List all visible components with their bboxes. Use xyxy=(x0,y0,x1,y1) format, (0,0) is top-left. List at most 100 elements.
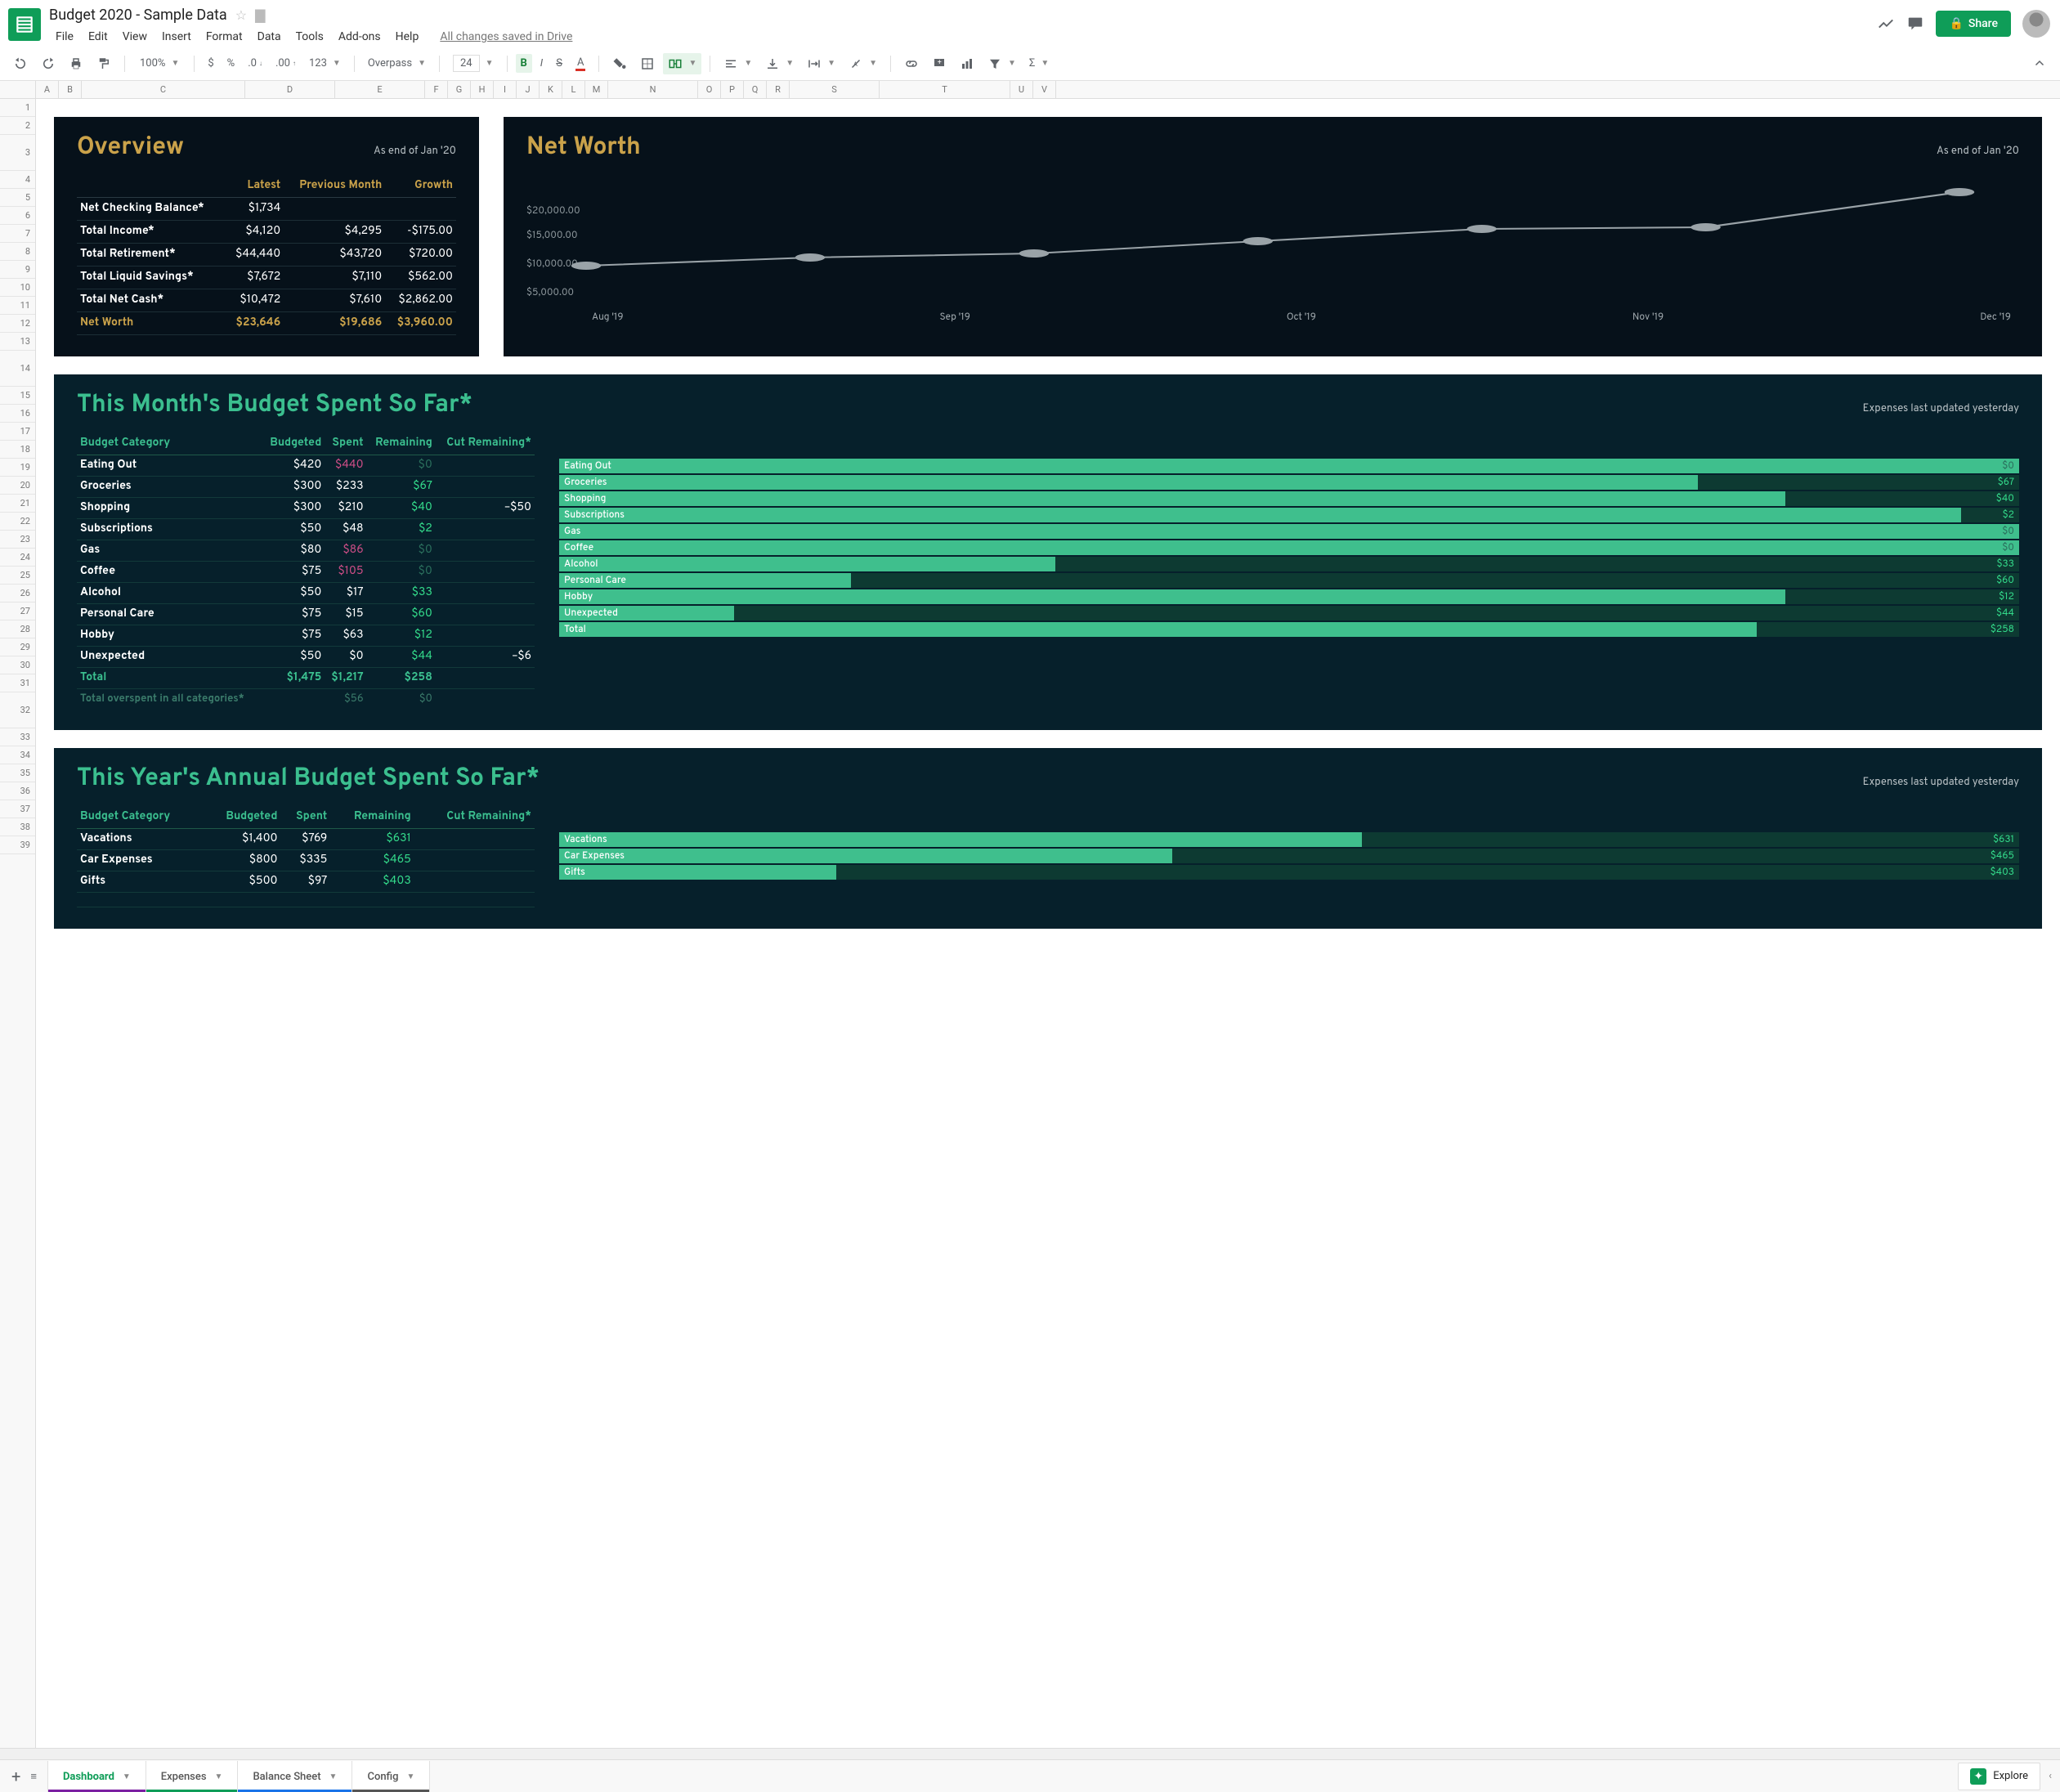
all-sheets-button[interactable]: ≡ xyxy=(30,1770,37,1783)
comments-icon[interactable] xyxy=(1906,15,1924,33)
col-header-B[interactable]: B xyxy=(59,81,82,98)
row-header-14[interactable]: 14 xyxy=(0,351,35,387)
row-header-4[interactable]: 4 xyxy=(0,171,35,189)
row-header-7[interactable]: 7 xyxy=(0,225,35,243)
chevron-down-icon[interactable]: ▼ xyxy=(123,1772,131,1781)
currency-button[interactable]: $ xyxy=(203,54,218,73)
italic-button[interactable]: I xyxy=(535,54,548,73)
row-header-21[interactable]: 21 xyxy=(0,495,35,513)
h-align-button[interactable]: ▼ xyxy=(719,53,757,74)
col-header-O[interactable]: O xyxy=(698,81,721,98)
col-header-A[interactable]: A xyxy=(36,81,59,98)
row-header-33[interactable]: 33 xyxy=(0,728,35,746)
menu-help[interactable]: Help xyxy=(389,27,426,47)
row-header-22[interactable]: 22 xyxy=(0,513,35,531)
rotate-button[interactable]: A▼ xyxy=(844,53,882,74)
menu-file[interactable]: File xyxy=(49,27,80,47)
row-header-39[interactable]: 39 xyxy=(0,836,35,854)
row-header-36[interactable]: 36 xyxy=(0,782,35,800)
col-header-E[interactable]: E xyxy=(335,81,425,98)
row-header-13[interactable]: 13 xyxy=(0,333,35,351)
row-header-28[interactable]: 28 xyxy=(0,620,35,638)
side-panel-toggle[interactable]: ‹ xyxy=(2049,1770,2052,1782)
col-header-K[interactable]: K xyxy=(540,81,562,98)
activity-icon[interactable] xyxy=(1877,15,1895,33)
font-select[interactable]: Overpass▼ xyxy=(363,54,431,73)
menu-view[interactable]: View xyxy=(116,27,154,47)
col-header-M[interactable]: M xyxy=(585,81,608,98)
chevron-down-icon[interactable]: ▼ xyxy=(329,1772,338,1781)
chevron-down-icon[interactable]: ▼ xyxy=(215,1772,223,1781)
row-header-16[interactable]: 16 xyxy=(0,405,35,423)
share-button[interactable]: 🔒 Share xyxy=(1936,11,2011,37)
col-header-N[interactable]: N xyxy=(608,81,698,98)
decrease-decimal-button[interactable]: .0↓ xyxy=(243,54,267,73)
row-header-8[interactable]: 8 xyxy=(0,243,35,261)
col-header-P[interactable]: P xyxy=(721,81,744,98)
paint-format-button[interactable] xyxy=(92,53,116,74)
col-header-R[interactable]: R xyxy=(767,81,790,98)
row-header-20[interactable]: 20 xyxy=(0,477,35,495)
row-header-9[interactable]: 9 xyxy=(0,261,35,279)
row-header-34[interactable]: 34 xyxy=(0,746,35,764)
col-header-J[interactable]: J xyxy=(517,81,540,98)
row-header-11[interactable]: 11 xyxy=(0,297,35,315)
percent-button[interactable]: % xyxy=(222,54,240,73)
row-header-15[interactable]: 15 xyxy=(0,387,35,405)
borders-button[interactable] xyxy=(635,53,660,74)
menu-tools[interactable]: Tools xyxy=(289,27,330,47)
sheet-tab-expenses[interactable]: Expenses▼ xyxy=(146,1761,239,1792)
row-header-19[interactable]: 19 xyxy=(0,459,35,477)
bold-button[interactable]: B xyxy=(516,54,532,73)
col-header-H[interactable]: H xyxy=(471,81,494,98)
row-header-29[interactable]: 29 xyxy=(0,638,35,656)
more-formats-button[interactable]: 123▼ xyxy=(304,54,346,73)
chart-button[interactable] xyxy=(955,53,979,74)
chevron-down-icon[interactable]: ▼ xyxy=(407,1772,415,1781)
row-header-6[interactable]: 6 xyxy=(0,207,35,225)
col-header-L[interactable]: L xyxy=(562,81,585,98)
col-header-T[interactable]: T xyxy=(880,81,1010,98)
col-header-G[interactable]: G xyxy=(448,81,471,98)
collapse-toolbar-button[interactable] xyxy=(2027,53,2052,74)
account-avatar[interactable] xyxy=(2022,10,2050,38)
col-header-V[interactable]: V xyxy=(1033,81,1056,98)
sheets-logo[interactable] xyxy=(8,8,41,41)
functions-button[interactable]: Σ▼ xyxy=(1024,54,1054,73)
sheet-canvas[interactable]: Overview As end of Jan '20 LatestPreviou… xyxy=(36,99,2060,1748)
v-align-button[interactable]: ▼ xyxy=(760,53,799,74)
col-header-Q[interactable]: Q xyxy=(744,81,767,98)
row-header-18[interactable]: 18 xyxy=(0,441,35,459)
link-button[interactable] xyxy=(899,53,924,74)
menu-data[interactable]: Data xyxy=(251,27,288,47)
filter-button[interactable]: ▼ xyxy=(983,53,1021,74)
row-header-27[interactable]: 27 xyxy=(0,603,35,620)
save-status[interactable]: All changes saved in Drive xyxy=(433,27,579,47)
menu-addons[interactable]: Add-ons xyxy=(332,27,387,47)
col-header-F[interactable]: F xyxy=(425,81,448,98)
row-header-24[interactable]: 24 xyxy=(0,549,35,567)
row-header-17[interactable]: 17 xyxy=(0,423,35,441)
row-header-37[interactable]: 37 xyxy=(0,800,35,818)
undo-button[interactable] xyxy=(8,53,33,74)
explore-button[interactable]: ✦ Explore xyxy=(1958,1763,2040,1790)
row-header-35[interactable]: 35 xyxy=(0,764,35,782)
wrap-button[interactable]: ▼ xyxy=(802,53,840,74)
row-header-26[interactable]: 26 xyxy=(0,585,35,603)
row-header-32[interactable]: 32 xyxy=(0,692,35,728)
comment-button[interactable]: + xyxy=(927,53,952,74)
add-sheet-button[interactable]: + xyxy=(11,1767,20,1786)
row-header-12[interactable]: 12 xyxy=(0,315,35,333)
horizontal-scrollbar[interactable] xyxy=(0,1748,2060,1759)
col-header-D[interactable]: D xyxy=(245,81,335,98)
row-header-23[interactable]: 23 xyxy=(0,531,35,549)
row-header-5[interactable]: 5 xyxy=(0,189,35,207)
strikethrough-button[interactable]: S xyxy=(551,54,567,73)
zoom-select[interactable]: 100%▼ xyxy=(133,56,186,71)
font-size-select[interactable]: 24▼ xyxy=(448,52,499,75)
row-header-1[interactable]: 1 xyxy=(0,99,35,117)
sheet-tab-config[interactable]: Config▼ xyxy=(352,1761,430,1792)
col-header-I[interactable]: I xyxy=(494,81,517,98)
row-header-10[interactable]: 10 xyxy=(0,279,35,297)
fill-color-button[interactable] xyxy=(607,53,632,74)
